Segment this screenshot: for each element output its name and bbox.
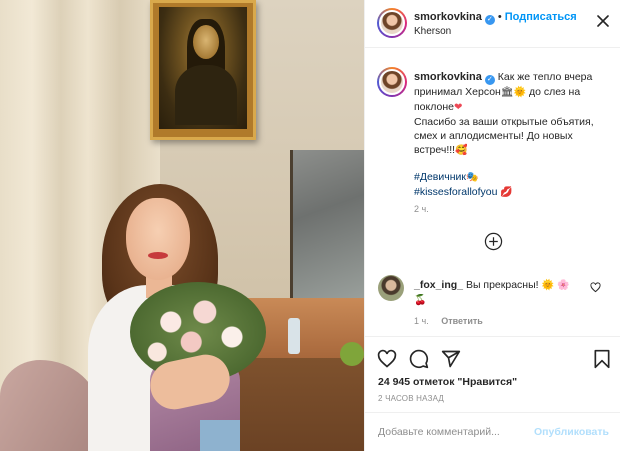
author-row: smorkovkina ✓ • Подписаться bbox=[414, 11, 577, 25]
author-username[interactable]: smorkovkina bbox=[414, 11, 482, 23]
comment-time: 1 ч. bbox=[414, 316, 429, 326]
painting-body bbox=[175, 65, 237, 125]
publish-button[interactable]: Опубликовать bbox=[534, 426, 609, 438]
verified-badge-icon: ✓ bbox=[484, 15, 495, 25]
caption-hashtag-line-2: #kissesforallofyou 💋 bbox=[414, 185, 614, 200]
comment-meta: 1 ч. Ответить bbox=[414, 316, 483, 326]
caption-text-line-1: Как же тепло вчера bbox=[497, 71, 593, 83]
lips-emoji-icon: 💋 bbox=[500, 187, 513, 198]
cherry-emoji-icon: 🍒 bbox=[414, 295, 427, 306]
post-actions bbox=[365, 336, 620, 380]
heart-emoji-icon: ❤ bbox=[453, 102, 463, 113]
comment-emojis: 🌞 🌸 bbox=[541, 280, 570, 291]
comment-icon[interactable] bbox=[409, 349, 429, 369]
hashtag-link[interactable]: #Девичник bbox=[414, 171, 466, 183]
comment-like-heart-icon[interactable] bbox=[590, 282, 601, 293]
comment-username[interactable]: _fox_ing_ bbox=[414, 279, 463, 291]
caption-text: smorkovkina ✓ Как же тепло вчера принимал… bbox=[414, 70, 614, 200]
follow-button[interactable]: Подписаться bbox=[505, 11, 577, 23]
caption-line-3: поклоне❤ bbox=[414, 100, 614, 115]
comment-input[interactable] bbox=[378, 421, 528, 443]
more-options-icon[interactable] bbox=[597, 15, 609, 27]
caption-line-2: принимал Херсон🏛🌞 до слез на bbox=[414, 85, 614, 100]
bookmark-icon[interactable] bbox=[592, 349, 612, 369]
hashtag-link[interactable]: #kissesforallofyou bbox=[414, 186, 497, 198]
add-comment-bar: Опубликовать bbox=[365, 412, 620, 451]
comment-body: Вы прекрасны! bbox=[465, 279, 539, 291]
photo-face bbox=[126, 198, 190, 280]
author-avatar[interactable] bbox=[377, 8, 407, 38]
caption-text-fragment: до слез на bbox=[528, 86, 581, 98]
heart-icon[interactable] bbox=[377, 349, 397, 369]
caption-avatar-image bbox=[379, 69, 405, 95]
comment-text: _fox_ing_ Вы прекрасны! 🌞 🌸 🍒 bbox=[414, 278, 584, 308]
photo-jeans bbox=[200, 420, 240, 451]
caption-line-6: встреч!!!🥰 bbox=[414, 143, 614, 158]
building-emoji-icon: 🏛 bbox=[500, 87, 514, 98]
post-photo[interactable] bbox=[0, 0, 364, 451]
caption-verified-badge-icon: ✓ bbox=[484, 75, 495, 85]
caption-username[interactable]: smorkovkina bbox=[414, 71, 482, 83]
photo-lips bbox=[148, 252, 168, 259]
caption-line-4: Спасибо за ваши открытые объятия, bbox=[414, 116, 594, 128]
caption-hashtag-line-1: #Девичник🎭 bbox=[414, 170, 614, 185]
post-location[interactable]: Kherson bbox=[414, 26, 451, 37]
photo-bottle bbox=[288, 318, 300, 354]
post-header: smorkovkina ✓ • Подписаться Kherson bbox=[365, 0, 620, 48]
post-sidebar: smorkovkina ✓ • Подписаться Kherson smorkov… bbox=[364, 0, 620, 451]
separator-dot: • bbox=[497, 11, 502, 23]
masks-emoji-icon: 🎭 bbox=[465, 172, 479, 183]
smile-emoji-icon: 🥰 bbox=[455, 145, 468, 156]
photo-mirror bbox=[290, 150, 364, 300]
author-avatar-image bbox=[379, 10, 405, 36]
caption-text-line-3: поклоне bbox=[414, 101, 454, 113]
caption-avatar[interactable] bbox=[377, 67, 407, 97]
add-circle-icon[interactable] bbox=[484, 232, 503, 251]
caption-line-1: smorkovkina ✓ Как же тепло вчера bbox=[414, 70, 614, 85]
caption-text-line-2: принимал Херсон bbox=[414, 86, 501, 98]
caption-text-line-6: встреч!!! bbox=[414, 144, 456, 156]
comment-avatar[interactable] bbox=[378, 275, 404, 301]
reply-button[interactable]: Ответить bbox=[441, 316, 483, 326]
sun-emoji-icon: 🌞 bbox=[513, 87, 527, 98]
instagram-post: smorkovkina ✓ • Подписаться Kherson smorkov… bbox=[0, 0, 620, 451]
photo-fruit bbox=[340, 342, 364, 366]
caption-time: 2 ч. bbox=[414, 204, 429, 214]
mona-lisa-painting bbox=[159, 7, 247, 129]
posted-time: 2 ЧАСОВ НАЗАД bbox=[378, 394, 445, 403]
painting-head bbox=[193, 25, 219, 59]
caption-line-5: смех и аплодисменты! До новых bbox=[414, 130, 573, 142]
photo-painting-frame bbox=[150, 0, 256, 140]
share-icon[interactable] bbox=[441, 349, 461, 369]
likes-count[interactable]: 24 945 отметок "Нравится" bbox=[378, 376, 517, 388]
